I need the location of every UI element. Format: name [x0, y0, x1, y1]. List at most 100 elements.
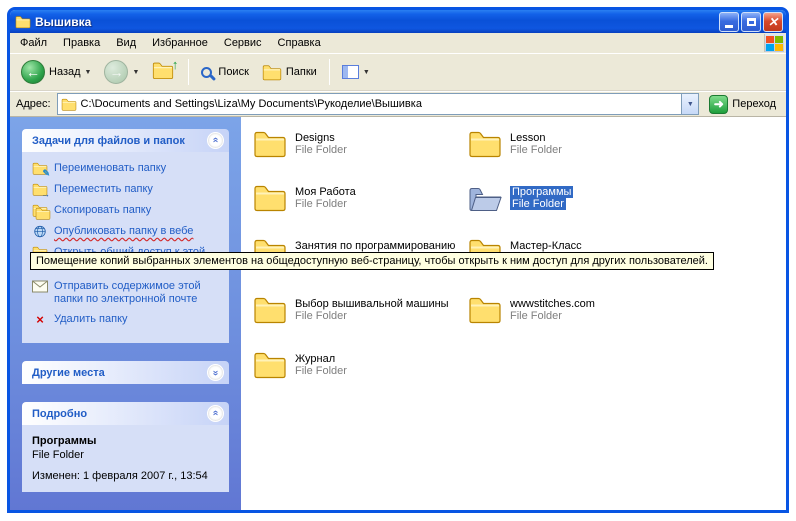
back-icon: ←: [21, 60, 45, 84]
file-item-selected[interactable]: Программы File Folder: [468, 184, 573, 212]
file-item[interactable]: wwwstitches.com File Folder: [468, 296, 595, 324]
folder-icon: [253, 184, 287, 212]
go-label: Переход: [732, 98, 776, 110]
standard-toolbar: ← Назад ▼ → ▼ ↑ Поиск Папки ▼: [10, 54, 786, 91]
close-icon: ✕: [768, 16, 778, 28]
file-type: File Folder: [510, 310, 562, 322]
address-dropdown-button[interactable]: ▼: [681, 94, 698, 114]
task-label: Отправить содержимое этой папки по элект…: [54, 280, 223, 306]
details-header[interactable]: Подробно »: [22, 402, 229, 425]
file-name: Моя Работа: [295, 186, 356, 198]
details-folder-type: File Folder: [32, 449, 223, 461]
menu-bar: Файл Правка Вид Избранное Сервис Справка: [10, 33, 786, 54]
maximize-button[interactable]: [741, 12, 761, 32]
address-input[interactable]: [77, 98, 682, 110]
section-file-tasks: Задачи для файлов и папок » ✎ Переименов…: [22, 129, 229, 343]
delete-icon: ×: [32, 313, 48, 326]
up-button[interactable]: ↑: [147, 58, 181, 86]
menu-file[interactable]: Файл: [12, 34, 55, 52]
other-places-title: Другие места: [32, 367, 105, 379]
windows-logo-icon: [764, 34, 784, 52]
menu-help[interactable]: Справка: [270, 34, 329, 52]
task-label: Опубликовать папку в вебе: [54, 225, 193, 239]
views-dropdown-icon[interactable]: ▼: [363, 69, 370, 76]
go-button[interactable]: ➜ Переход: [705, 93, 780, 116]
file-name: Журнал: [295, 353, 335, 365]
window-folder-icon: [15, 15, 31, 29]
address-folder-icon: [61, 98, 77, 111]
go-arrow-icon: ➜: [709, 95, 728, 114]
views-button[interactable]: ▼: [337, 62, 375, 82]
file-type: File Folder: [295, 144, 347, 156]
address-bar: Адрес: ▼ ➜ Переход: [10, 91, 786, 117]
collapse-chevron-icon[interactable]: »: [207, 132, 224, 149]
task-copy-folder[interactable]: Скопировать папку: [32, 204, 223, 218]
file-item[interactable]: Журнал File Folder: [253, 351, 347, 379]
folders-button[interactable]: Папки: [257, 61, 322, 84]
file-name: Выбор вышивальной машины: [295, 298, 449, 310]
file-name: Lesson: [510, 132, 545, 144]
task-rename-folder[interactable]: ✎ Переименовать папку: [32, 162, 223, 176]
forward-button[interactable]: → ▼: [99, 57, 144, 87]
close-button[interactable]: ✕: [763, 12, 783, 32]
task-label: Удалить папку: [54, 313, 128, 326]
title-bar[interactable]: Вышивка ✕: [10, 10, 786, 33]
file-name: Занятия по программированию: [295, 240, 455, 252]
move-folder-icon: →: [32, 183, 48, 197]
details-modified: Изменен: 1 февраля 2007 г., 13:54: [32, 470, 223, 482]
file-tasks-title: Задачи для файлов и папок: [32, 135, 185, 147]
minimize-button[interactable]: [719, 12, 739, 32]
file-name: Программы: [510, 186, 573, 198]
menu-favorites[interactable]: Избранное: [144, 34, 216, 52]
file-item[interactable]: Designs File Folder: [253, 130, 347, 158]
file-type: File Folder: [295, 365, 347, 377]
folder-icon: [253, 130, 287, 158]
details-folder-name: Программы: [32, 435, 223, 447]
file-type: File Folder: [510, 198, 566, 210]
open-folder-icon: [468, 184, 502, 212]
section-details: Подробно » Программы File Folder Изменен…: [22, 402, 229, 492]
folders-icon: [262, 64, 282, 81]
back-label: Назад: [49, 66, 81, 78]
menu-view[interactable]: Вид: [108, 34, 144, 52]
collapse-chevron-icon[interactable]: »: [207, 405, 224, 422]
file-item[interactable]: Моя Работа File Folder: [253, 184, 356, 212]
forward-dropdown-icon[interactable]: ▼: [132, 69, 139, 76]
file-type: File Folder: [295, 198, 347, 210]
task-publish-folder-web[interactable]: Опубликовать папку в вебе: [32, 225, 223, 239]
file-list[interactable]: Designs File Folder Lesson File Folder М…: [241, 117, 786, 510]
file-item[interactable]: Выбор вышивальной машины File Folder: [253, 296, 449, 324]
expand-chevron-icon[interactable]: »: [207, 364, 224, 381]
window-title: Вышивка: [35, 15, 717, 29]
search-button[interactable]: Поиск: [196, 63, 253, 81]
menu-edit[interactable]: Правка: [55, 34, 108, 52]
back-dropdown-icon[interactable]: ▼: [85, 69, 92, 76]
details-body: Программы File Folder Изменен: 1 февраля…: [22, 425, 229, 492]
task-email-folder[interactable]: Отправить содержимое этой папки по элект…: [32, 280, 223, 306]
back-button[interactable]: ← Назад ▼: [16, 57, 96, 87]
email-icon: [32, 280, 48, 294]
menu-tools[interactable]: Сервис: [216, 34, 270, 52]
folder-icon: [253, 351, 287, 379]
details-title: Подробно: [32, 408, 87, 420]
desktop: { "window": { "title": "Вышивка" }, "men…: [0, 0, 796, 521]
forward-icon: →: [104, 60, 128, 84]
file-tasks-header[interactable]: Задачи для файлов и папок »: [22, 129, 229, 152]
task-label: Переименовать папку: [54, 162, 166, 176]
task-move-folder[interactable]: → Переместить папку: [32, 183, 223, 197]
folder-icon: [253, 296, 287, 324]
task-pane: Задачи для файлов и папок » ✎ Переименов…: [10, 117, 241, 510]
section-other-places: Другие места »: [22, 361, 229, 384]
folder-icon: [468, 130, 502, 158]
file-tasks-body: ✎ Переименовать папку → Переместить папк…: [22, 152, 229, 343]
other-places-header[interactable]: Другие места »: [22, 361, 229, 384]
task-label: Скопировать папку: [54, 204, 151, 218]
task-delete-folder[interactable]: × Удалить папку: [32, 313, 223, 326]
file-item[interactable]: Lesson File Folder: [468, 130, 562, 158]
views-icon: [342, 65, 359, 79]
up-folder-icon: ↑: [152, 61, 176, 83]
tooltip: Помещение копий выбранных элементов на о…: [30, 252, 714, 270]
content-area: Задачи для файлов и папок » ✎ Переименов…: [10, 117, 786, 510]
toolbar-separator: [188, 59, 189, 85]
address-combobox[interactable]: ▼: [57, 93, 700, 115]
